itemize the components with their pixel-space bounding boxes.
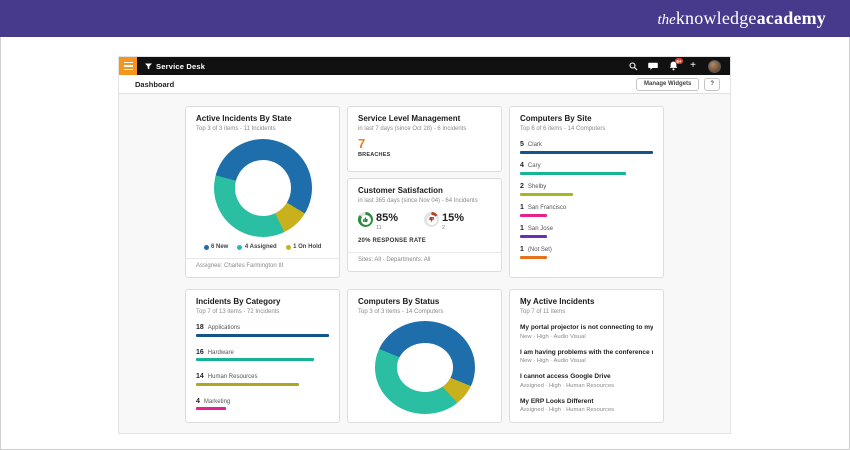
bar bbox=[520, 214, 547, 217]
legend-label: 1 On Hold bbox=[293, 244, 321, 250]
logo-the: the bbox=[658, 12, 676, 28]
app-title[interactable]: Service Desk bbox=[145, 62, 205, 71]
incident-list-item[interactable]: My portal projector is not connecting to… bbox=[520, 324, 653, 340]
positive-percent: 85% bbox=[376, 212, 398, 224]
bar-row[interactable]: 18Applications bbox=[196, 324, 329, 337]
bar bbox=[520, 151, 653, 154]
widget-title: My Active Incidents bbox=[520, 298, 653, 307]
bar-row[interactable]: 1San Francisco bbox=[520, 204, 653, 217]
bar-row[interactable]: 2Shelby bbox=[520, 183, 653, 196]
legend-dot bbox=[286, 245, 291, 250]
widget-title: Service Level Management bbox=[358, 115, 491, 124]
bar bbox=[196, 358, 314, 361]
search-icon[interactable] bbox=[628, 60, 638, 72]
legend-dot bbox=[204, 245, 209, 250]
widget-subtitle: Top 7 of 13 items - 72 Incidents bbox=[196, 309, 329, 315]
widget-footer-filters: Sites: All - Departments: All bbox=[348, 252, 501, 263]
donut-legend: 6 New 4 Assigned 1 On Hold bbox=[196, 244, 329, 250]
satisfaction-gauges: 85% 11 15% 2 bbox=[358, 212, 491, 231]
computers-by-status-donut-chart[interactable] bbox=[375, 321, 475, 414]
widget-title: Computers By Site bbox=[520, 115, 653, 124]
bar bbox=[196, 383, 299, 386]
thumbs-up-icon bbox=[362, 216, 369, 223]
incident-list-item[interactable]: I cannot access Google Drive Assigned · … bbox=[520, 373, 653, 389]
bar bbox=[520, 172, 626, 175]
knowledgeacademy-logo: theknowledgeacademy bbox=[658, 8, 827, 29]
top-toolbar: Service Desk 9+ + bbox=[119, 57, 730, 75]
user-avatar[interactable] bbox=[708, 60, 721, 73]
dashboard-header-actions: Manage Widgets ? bbox=[636, 78, 720, 91]
plus-icon[interactable]: + bbox=[688, 60, 698, 72]
legend-dot bbox=[237, 245, 242, 250]
app-name-label: Service Desk bbox=[156, 62, 205, 71]
bell-icon[interactable]: 9+ bbox=[668, 60, 678, 72]
widget-subtitle: Top 6 of 6 items - 14 Computers bbox=[520, 126, 653, 132]
widget-computers-by-status[interactable]: Computers By Status Top 3 of 3 items - 1… bbox=[347, 289, 502, 423]
notification-badge: 9+ bbox=[675, 58, 683, 64]
site-bar-list: 5Clark 4Cary 2Shelby 1San Francisco bbox=[520, 141, 653, 267]
widget-my-active-incidents[interactable]: My Active Incidents Top 7 of 11 items My… bbox=[509, 289, 664, 423]
bar-row[interactable]: 1(Not Set) bbox=[520, 246, 653, 259]
thumbs-down-ring bbox=[424, 212, 439, 227]
bar bbox=[196, 407, 226, 410]
widget-subtitle: in last 365 days (since Nov 04) - 64 Inc… bbox=[358, 198, 491, 204]
widget-subtitle: Top 3 of 3 items - 14 Computers bbox=[358, 309, 491, 315]
chat-icon[interactable] bbox=[648, 60, 658, 72]
legend-label: 6 New bbox=[211, 244, 228, 250]
breaches-count: 7 bbox=[358, 137, 491, 150]
legend-label: 4 Assigned bbox=[245, 244, 277, 250]
widget-incidents-by-category[interactable]: Incidents By Category Top 7 of 13 items … bbox=[185, 289, 340, 423]
brand-banner: theknowledgeacademy bbox=[0, 0, 850, 37]
bar bbox=[520, 235, 547, 238]
positive-gauge: 85% 11 bbox=[358, 212, 398, 231]
bar-row[interactable]: 1San Jose bbox=[520, 225, 653, 238]
page-title: Dashboard bbox=[135, 80, 174, 89]
incident-list-item[interactable]: I am having problems with the conference… bbox=[520, 349, 653, 365]
widget-customer-satisfaction[interactable]: Customer Satisfaction in last 365 days (… bbox=[347, 178, 502, 272]
toolbar-actions: 9+ + bbox=[628, 60, 730, 73]
incidents-by-state-donut-chart[interactable] bbox=[214, 139, 312, 237]
thumbs-down-icon bbox=[428, 216, 435, 223]
widget-subtitle: in last 7 days (since Oct 28) - 6 Incide… bbox=[358, 126, 491, 132]
widget-service-level-management[interactable]: Service Level Management in last 7 days … bbox=[347, 106, 502, 172]
incident-list-item[interactable]: My ERP Looks Different Assigned · High ·… bbox=[520, 398, 653, 414]
funnel-icon bbox=[145, 63, 152, 70]
bar-row[interactable]: 4Marketing bbox=[196, 398, 329, 411]
manage-widgets-button[interactable]: Manage Widgets bbox=[636, 78, 699, 91]
hamburger-menu-icon[interactable] bbox=[119, 57, 137, 75]
widget-title: Customer Satisfaction bbox=[358, 187, 491, 196]
logo-knowledge: knowledge bbox=[676, 8, 757, 28]
response-rate-label: 20% RESPONSE RATE bbox=[358, 238, 491, 244]
bar-row[interactable]: 14Human Resources bbox=[196, 373, 329, 386]
bar-row[interactable]: 16Hardware bbox=[196, 349, 329, 362]
bar bbox=[520, 193, 573, 196]
widget-title: Incidents By Category bbox=[196, 298, 329, 307]
logo-academy: academy bbox=[757, 8, 826, 28]
widget-active-incidents-by-state[interactable]: Active Incidents By State Top 3 of 3 ite… bbox=[185, 106, 340, 278]
thumbs-up-ring bbox=[358, 212, 373, 227]
breaches-label: BREACHES bbox=[358, 152, 491, 158]
widget-subtitle: Top 3 of 3 items - 11 Incidents bbox=[196, 126, 329, 132]
category-bar-list: 18Applications 16Hardware 14Human Resour… bbox=[196, 324, 329, 422]
dashboard-header: Dashboard Manage Widgets ? bbox=[119, 75, 730, 94]
bar bbox=[196, 334, 329, 337]
negative-percent: 15% bbox=[442, 212, 464, 224]
bar-row[interactable]: 4Cary bbox=[520, 162, 653, 175]
legend-item-assigned: 4 Assigned bbox=[237, 244, 276, 250]
bar bbox=[520, 256, 547, 259]
help-button[interactable]: ? bbox=[704, 78, 720, 91]
widget-footer-assignee: Assignee: Charles Farmington III bbox=[186, 258, 339, 269]
widget-title: Active Incidents By State bbox=[196, 115, 329, 124]
service-desk-dashboard: Service Desk 9+ + Dashboard Manage Widge… bbox=[118, 56, 731, 434]
legend-item-new: 6 New bbox=[204, 244, 229, 250]
negative-count: 2 bbox=[442, 225, 464, 231]
widget-subtitle: Top 7 of 11 items bbox=[520, 309, 653, 315]
negative-gauge: 15% 2 bbox=[424, 212, 464, 231]
positive-count: 11 bbox=[376, 225, 398, 231]
legend-item-on-hold: 1 On Hold bbox=[286, 244, 322, 250]
bar-row[interactable]: 5Clark bbox=[520, 141, 653, 154]
widget-title: Computers By Status bbox=[358, 298, 491, 307]
widget-grid: Active Incidents By State Top 3 of 3 ite… bbox=[119, 94, 730, 433]
widget-computers-by-site[interactable]: Computers By Site Top 6 of 6 items - 14 … bbox=[509, 106, 664, 278]
